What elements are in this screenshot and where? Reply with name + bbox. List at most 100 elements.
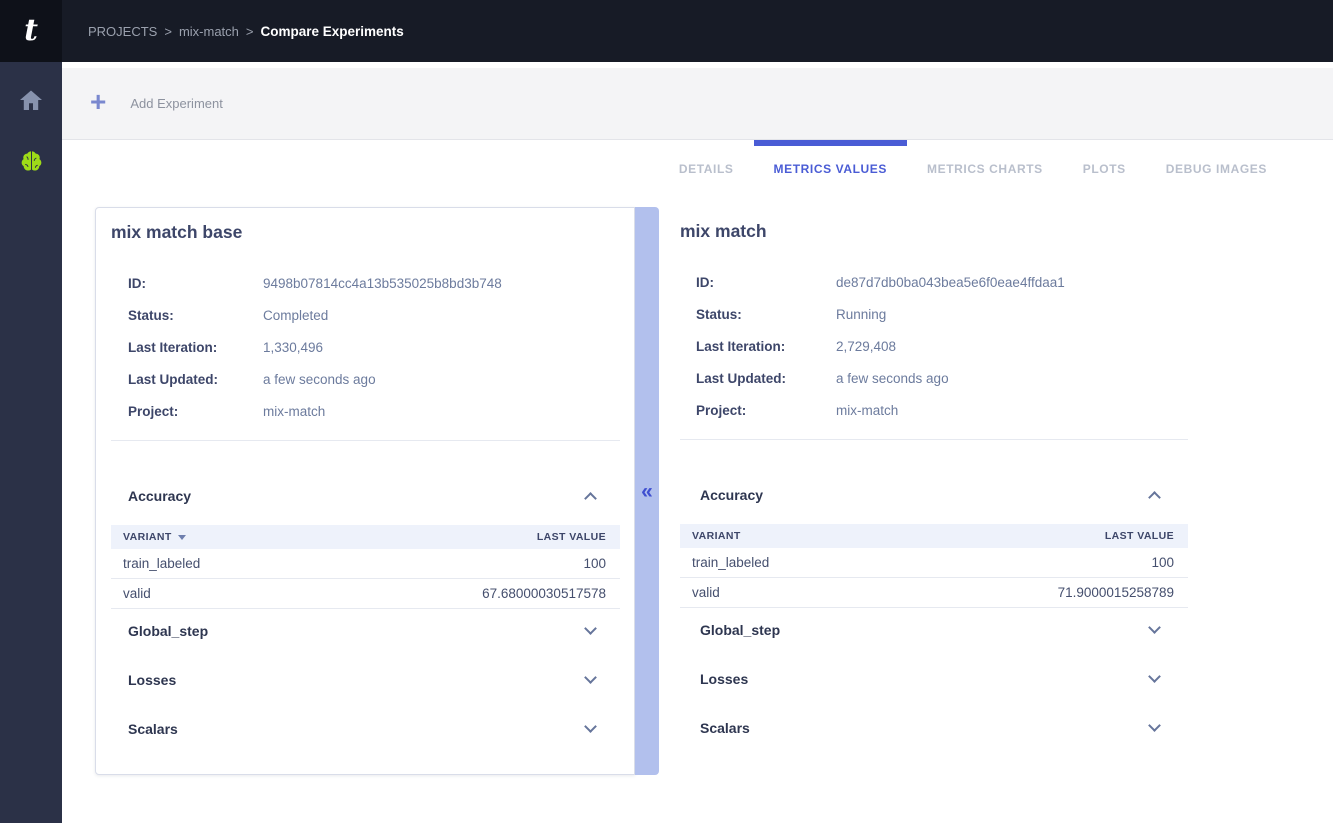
variant-header-label: VARIANT [692,530,741,542]
field-label: Status: [128,308,263,323]
field-label: Project: [696,403,836,418]
metric-name: Scalars [700,720,750,736]
field-value: Completed [263,308,328,323]
table-row: train_labeled 100 [111,549,620,579]
field-row-project: Project: mix-match [696,394,1188,426]
variant-column-header[interactable]: VARIANT [123,531,186,543]
tab-debug-images[interactable]: DEBUG IMAGES [1146,140,1287,197]
chevron-down-icon[interactable] [1148,721,1162,735]
field-row-last-updated: Last Updated: a few seconds ago [128,363,619,395]
metric-name: Losses [128,672,176,688]
tab-bar: DETAILS METRICS VALUES METRICS CHARTS PL… [62,140,1333,197]
breadcrumb: PROJECTS > mix-match > Compare Experimen… [88,24,404,39]
field-label: ID: [696,275,836,290]
last-value-cell: 100 [583,556,606,571]
experiments-header-bar: + Add Experiment [62,68,1333,140]
chevron-up-icon[interactable] [584,489,598,503]
last-value-cell: 100 [1151,555,1174,570]
field-label: Last Updated: [128,372,263,387]
metric-section-losses[interactable]: Losses [680,665,1188,693]
metric-section-scalars[interactable]: Scalars [680,714,1188,742]
metric-section-global-step[interactable]: Global_step [680,616,1188,644]
experiment-fields: ID: 9498b07814cc4a13b535025b8bd3b748 Sta… [96,267,634,427]
chevron-down-icon[interactable] [1148,672,1162,686]
variant-cell: valid [692,585,720,600]
tab-details[interactable]: DETAILS [659,140,754,197]
metric-table-header: VARIANT LAST VALUE [680,524,1188,548]
compare-content: mix match base ID: 9498b07814cc4a13b5350… [62,197,1333,775]
section-divider [111,440,620,441]
experiment-card-base: mix match base ID: 9498b07814cc4a13b5350… [95,207,635,775]
field-value: 2,729,408 [836,339,896,354]
metric-name: Global_step [700,622,780,638]
last-value-column-header[interactable]: LAST VALUE [1105,530,1174,542]
tab-plots[interactable]: PLOTS [1063,140,1146,197]
field-row-last-iteration: Last Iteration: 1,330,496 [128,331,619,363]
chevron-down-icon[interactable] [1148,623,1162,637]
metric-section-global-step[interactable]: Global_step [96,617,634,645]
field-row-last-updated: Last Updated: a few seconds ago [696,362,1188,394]
brain-icon [18,149,45,175]
field-label: Last Iteration: [696,339,836,354]
left-sidebar [0,62,62,823]
metric-section-losses[interactable]: Losses [96,666,634,694]
collapse-left-icon: « [641,481,653,502]
metric-section-accuracy[interactable]: Accuracy [96,482,634,510]
breadcrumb-separator: > [246,24,254,39]
metric-table-accuracy: VARIANT LAST VALUE train_labeled 100 val… [680,524,1188,608]
variant-cell: valid [123,586,151,601]
metric-name: Accuracy [128,488,191,504]
metric-name: Global_step [128,623,208,639]
experiment-title: mix match [680,207,1188,242]
breadcrumb-current-page: Compare Experiments [260,24,403,39]
chevron-down-icon[interactable] [584,624,598,638]
add-experiment-button[interactable]: + Add Experiment [90,91,223,116]
field-label: Last Updated: [696,371,836,386]
field-value: de87d7db0ba043bea5e6f0eae4ffdaa1 [836,275,1065,290]
tab-metrics-values[interactable]: METRICS VALUES [754,140,908,197]
tab-metrics-charts[interactable]: METRICS CHARTS [907,140,1063,197]
metric-section-accuracy[interactable]: Accuracy [680,481,1188,509]
field-value: a few seconds ago [263,372,376,387]
logo-t-glyph: t [24,16,38,46]
field-label: ID: [128,276,263,291]
table-row: train_labeled 100 [680,548,1188,578]
chevron-down-icon[interactable] [584,722,598,736]
plus-icon: + [90,88,106,116]
experiment-title: mix match base [96,208,634,243]
chevron-down-icon[interactable] [584,673,598,687]
last-value-cell: 71.9000015258789 [1058,585,1174,600]
breadcrumb-project-name[interactable]: mix-match [179,24,239,39]
table-row: valid 67.68000030517578 [111,579,620,609]
field-value: 1,330,496 [263,340,323,355]
field-label: Status: [696,307,836,322]
sidebar-item-projects[interactable] [11,142,51,182]
field-row-status: Status: Completed [128,299,619,331]
last-value-column-header[interactable]: LAST VALUE [537,531,606,543]
variant-header-label: VARIANT [123,531,172,543]
field-value: a few seconds ago [836,371,949,386]
add-experiment-label: Add Experiment [130,96,223,111]
field-row-id: ID: de87d7db0ba043bea5e6f0eae4ffdaa1 [696,266,1188,298]
field-label: Project: [128,404,263,419]
metric-name: Scalars [128,721,178,737]
metric-table-accuracy: VARIANT LAST VALUE train_labeled 100 val… [111,525,620,609]
field-label: Last Iteration: [128,340,263,355]
breadcrumb-projects[interactable]: PROJECTS [88,24,157,39]
home-icon [19,89,43,111]
sidebar-item-home[interactable] [11,80,51,120]
table-row: valid 71.9000015258789 [680,578,1188,608]
experiment-fields: ID: de87d7db0ba043bea5e6f0eae4ffdaa1 Sta… [680,266,1188,426]
field-value: mix-match [263,404,325,419]
metric-name: Losses [700,671,748,687]
chevron-up-icon[interactable] [1148,488,1162,502]
field-row-project: Project: mix-match [128,395,619,427]
app-logo[interactable]: t [0,0,62,62]
metric-name: Accuracy [700,487,763,503]
variant-cell: train_labeled [692,555,769,570]
collapse-panel-bar[interactable]: « [635,207,659,775]
field-row-status: Status: Running [696,298,1188,330]
metric-section-scalars[interactable]: Scalars [96,715,634,743]
variant-cell: train_labeled [123,556,200,571]
variant-column-header[interactable]: VARIANT [692,530,741,542]
